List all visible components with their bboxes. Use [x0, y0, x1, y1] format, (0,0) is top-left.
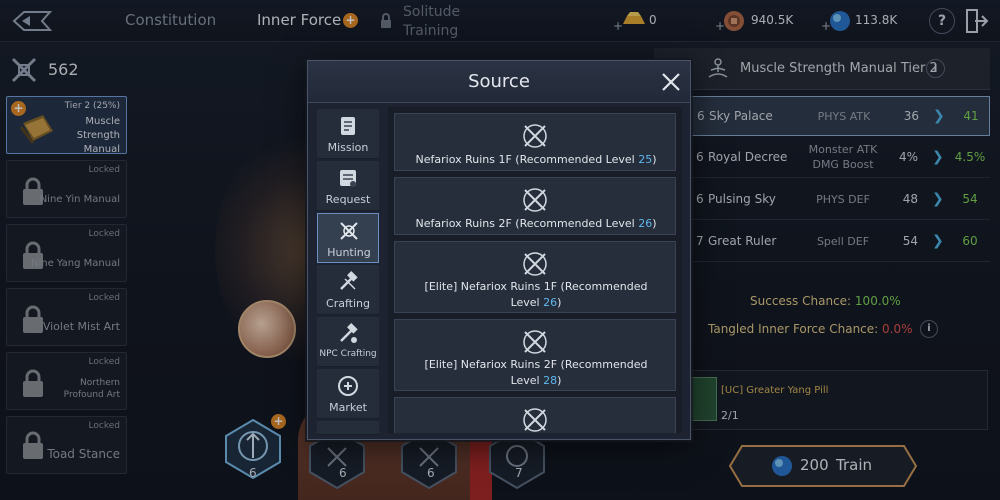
hunting-emblem-icon	[519, 248, 551, 280]
source-text: [Elite] Nefariox Ruins 1F (Recommended L…	[424, 280, 648, 309]
hammer-icon	[336, 270, 360, 294]
tab-hunting[interactable]: Hunting	[317, 213, 379, 263]
source-text: Nefariox Ruins 2F (Recommended Level 26)	[415, 217, 657, 230]
source-modal-header: Source	[308, 61, 690, 103]
source-item[interactable]	[394, 397, 676, 433]
market-icon	[336, 374, 360, 398]
close-icon	[662, 73, 680, 91]
tab-label: NPC Crafting	[319, 349, 377, 359]
tab-market[interactable]: Market	[317, 369, 379, 419]
scroll-icon	[336, 114, 360, 138]
source-list[interactable]: Nefariox Ruins 1F (Recommended Level 25)…	[388, 107, 682, 433]
tab-request[interactable]: Request	[317, 161, 379, 211]
npc-hammer-icon	[336, 322, 360, 346]
source-modal-title: Source	[468, 71, 530, 92]
request-scroll-icon	[336, 166, 360, 190]
tab-crafting[interactable]: Crafting	[317, 265, 379, 315]
tab-label: Mission	[327, 141, 369, 154]
source-item[interactable]: Nefariox Ruins 2F (Recommended Level 26)	[394, 177, 676, 235]
tab-label: Crafting	[326, 297, 370, 310]
hunting-emblem-icon	[519, 404, 551, 433]
tab-label: Hunting	[327, 246, 371, 259]
close-button[interactable]	[658, 69, 684, 95]
source-item[interactable]: Nefariox Ruins 1F (Recommended Level 25)	[394, 113, 676, 171]
crossed-swords-icon	[337, 219, 361, 243]
tab-label: Request	[325, 193, 371, 206]
source-modal: Source Mission Request Hunting Crafting …	[307, 60, 691, 440]
source-text: Nefariox Ruins 1F (Recommended Level 25)	[415, 153, 657, 166]
hunting-emblem-icon	[519, 184, 551, 216]
source-text: [Elite] Nefariox Ruins 2F (Recommended L…	[424, 358, 648, 387]
source-item[interactable]: [Elite] Nefariox Ruins 1F (Recommended L…	[394, 241, 676, 313]
hunting-emblem-icon	[519, 326, 551, 358]
tab-mission[interactable]: Mission	[317, 109, 379, 159]
source-item[interactable]: [Elite] Nefariox Ruins 2F (Recommended L…	[394, 319, 676, 391]
tab-more[interactable]	[317, 421, 379, 435]
hunting-emblem-icon	[519, 120, 551, 152]
tab-npc-crafting[interactable]: NPC Crafting	[317, 317, 379, 367]
tab-label: Market	[329, 401, 367, 414]
